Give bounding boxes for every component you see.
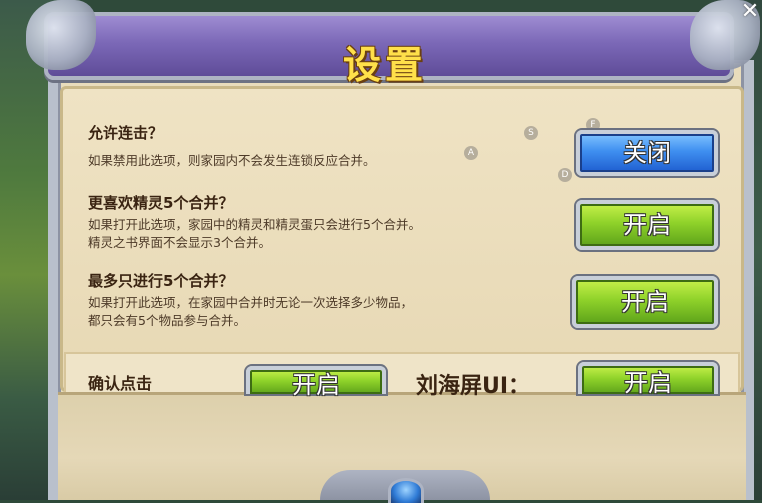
max-five-toggle-button[interactable]: 开启 <box>572 276 718 328</box>
confirm-click-toggle-label: 开启 <box>292 371 340 399</box>
confirm-click-label: 确认点击 <box>88 374 153 393</box>
option-prefer-five-title: 更喜欢精灵5个合并？ <box>88 194 234 212</box>
option-max-five-desc-2: 都只会有5个物品参与合并。 <box>88 313 246 328</box>
option-chain-merge-desc: 如果禁用此选项，则家园内不会发生连锁反应合并。 <box>88 153 376 168</box>
option-max-five-desc-1: 如果打开此选项，在家园中合并时无论一次选择多少物品， <box>88 295 414 310</box>
close-icon[interactable]: ✕ <box>738 0 762 24</box>
gem-icon <box>388 478 424 503</box>
notch-ui-toggle-label: 开启 <box>624 369 672 397</box>
confirm-click-toggle-button[interactable]: 开启 <box>246 366 386 399</box>
chain-merge-toggle-label: 关闭 <box>623 139 671 167</box>
option-chain-merge-title: 允许连击？ <box>88 124 164 142</box>
prefer-five-toggle-label: 开启 <box>623 211 671 239</box>
notch-ui-label: 刘海屏UI： <box>416 374 531 399</box>
option-max-five-title: 最多只进行5个合并？ <box>88 272 234 290</box>
settings-header: 设置 <box>44 12 734 87</box>
hint-key-a: A <box>464 146 478 160</box>
prefer-five-toggle-button[interactable]: 开启 <box>576 200 718 250</box>
hint-key-s: S <box>524 126 538 140</box>
notch-ui-toggle-button[interactable]: 开启 <box>578 362 718 397</box>
option-prefer-five-desc-2: 精灵之书界面不会显示3个合并。 <box>88 235 271 250</box>
max-five-toggle-label: 开启 <box>621 288 669 316</box>
hint-key-d: D <box>558 168 572 182</box>
chain-merge-toggle-button[interactable]: 关闭 <box>576 130 718 176</box>
option-prefer-five-desc-1: 如果打开此选项，家园中的精灵和精灵蛋只会进行5个合并。 <box>88 217 421 232</box>
dragon-ornament-icon <box>26 0 96 70</box>
page-title: 设置 <box>342 43 427 87</box>
